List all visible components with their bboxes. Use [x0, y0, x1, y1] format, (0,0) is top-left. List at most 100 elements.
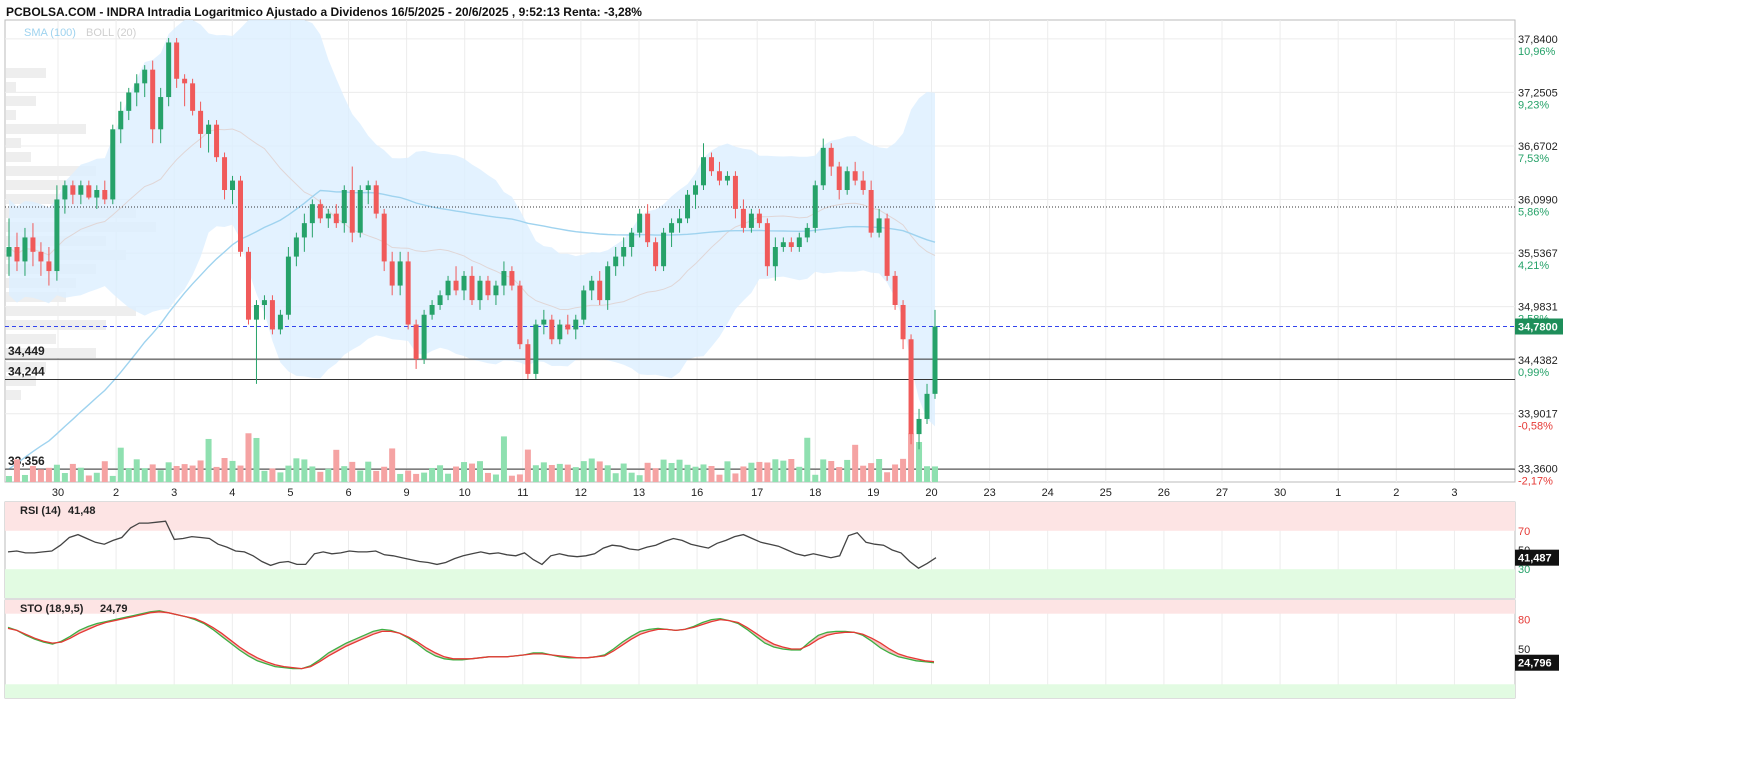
candle-body — [22, 237, 28, 262]
x-tick-label: 12 — [575, 487, 587, 499]
volume-bar — [357, 470, 364, 482]
volume-bar — [788, 459, 795, 482]
price-panel: 30 2 3 4 5 6 9 10 11 12 13 16 17 18 19 20 23 24 25 26 27 30 1 2… — [4, 19, 1563, 499]
price-tick-label: 34,4382 — [1518, 355, 1558, 367]
candle-body — [892, 275, 898, 305]
candle-body — [605, 266, 611, 301]
candle-body — [166, 42, 172, 98]
volume-bar — [660, 459, 667, 482]
volume-bar — [644, 462, 651, 482]
last-price-label: 34,7800 — [1518, 321, 1558, 333]
volume-bar — [580, 461, 587, 482]
candle-body — [589, 280, 595, 291]
volume-bar — [13, 459, 20, 482]
volume-bar — [820, 459, 827, 482]
rsi-title: RSI (14) — [20, 505, 61, 517]
volume-bar — [772, 459, 779, 482]
volume-bar — [812, 474, 819, 482]
volume-bar — [636, 475, 643, 482]
candle-body — [245, 251, 251, 320]
volume-bar — [572, 467, 579, 482]
volume-bar — [620, 463, 627, 482]
volume-bar — [405, 470, 412, 482]
candle-body — [716, 171, 722, 181]
candle-body — [222, 157, 228, 191]
volume-bar — [261, 470, 268, 482]
x-tick-label: 6 — [345, 487, 351, 499]
volume-bar — [724, 461, 731, 482]
price-tick-label: 35,5367 — [1518, 248, 1558, 260]
candle-body — [461, 275, 467, 291]
volume-bar — [732, 473, 739, 482]
candle-body — [677, 218, 683, 224]
candle-body — [573, 319, 579, 330]
candle-body — [150, 69, 156, 130]
candle-body — [30, 237, 36, 252]
x-tick-label: 30 — [52, 487, 64, 499]
candle-body — [685, 194, 691, 219]
candle-body — [924, 393, 930, 419]
candle-body — [261, 300, 267, 305]
volume-profile-bar — [6, 320, 106, 330]
price-pct-label: 7,53% — [1518, 153, 1549, 165]
x-tick-label: 26 — [1158, 487, 1170, 499]
candle-body — [541, 319, 547, 325]
candle-body — [309, 204, 315, 224]
candle-body — [182, 78, 188, 84]
price-pct-label: 10,96% — [1518, 46, 1556, 58]
x-tick-label: 11 — [517, 487, 528, 499]
volume-profile-bar — [6, 138, 21, 148]
volume-bar — [700, 464, 707, 482]
legend-boll: BOLL (20) — [86, 27, 136, 39]
candle-body — [445, 280, 451, 296]
volume-bar — [868, 463, 875, 482]
candle-body — [54, 199, 60, 272]
volume-bar — [500, 436, 507, 482]
volume-bar — [692, 466, 699, 482]
volume-bar — [429, 467, 436, 482]
candle-body — [102, 190, 108, 200]
volume-bar — [628, 472, 635, 482]
candle-body — [701, 157, 706, 186]
candle-body — [637, 213, 643, 233]
candle-body — [525, 344, 531, 374]
volume-bar — [748, 462, 755, 482]
candle-body — [397, 261, 403, 286]
candle-body — [621, 247, 627, 257]
volume-bar — [484, 472, 491, 482]
volume-bar — [109, 475, 116, 482]
candle-body — [158, 97, 164, 130]
support-label: 34,244 — [8, 364, 45, 378]
volume-bar — [421, 472, 428, 482]
candle-body — [549, 319, 555, 340]
volume-bar — [325, 468, 332, 482]
volume-bar — [932, 466, 938, 482]
volume-bar — [101, 461, 108, 482]
volume-bar — [229, 460, 236, 482]
candle-body — [142, 69, 148, 84]
candle-body — [764, 223, 770, 267]
sto-current-value: 24,79 — [100, 603, 128, 615]
volume-bar — [604, 465, 611, 482]
candle-body — [38, 251, 44, 262]
candle-body — [852, 171, 858, 181]
candle-body — [740, 208, 746, 228]
volume-bar — [21, 474, 28, 482]
legend-sma: SMA (100) — [24, 27, 76, 39]
volume-bar — [828, 460, 835, 482]
candle-body — [190, 83, 196, 111]
volume-profile-bar — [6, 96, 36, 106]
rsi-tick-label: 30 — [1518, 564, 1530, 576]
price-pct-label: 5,86% — [1518, 207, 1549, 219]
chart-canvas: 30 2 3 4 5 6 9 10 11 12 13 16 17 18 19 20 23 24 25 26 27 30 1 2… — [4, 5, 1563, 699]
volume-bar — [461, 462, 468, 482]
rsi-last-label: 41,487 — [1518, 553, 1552, 565]
candle-body — [238, 180, 243, 252]
candle-body — [429, 304, 435, 315]
volume-bar — [237, 465, 244, 482]
volume-bar — [6, 476, 12, 482]
sto-oversold-zone — [5, 684, 1515, 698]
candle-body — [836, 166, 842, 191]
volume-bar — [900, 458, 907, 482]
candle-body — [517, 285, 523, 345]
